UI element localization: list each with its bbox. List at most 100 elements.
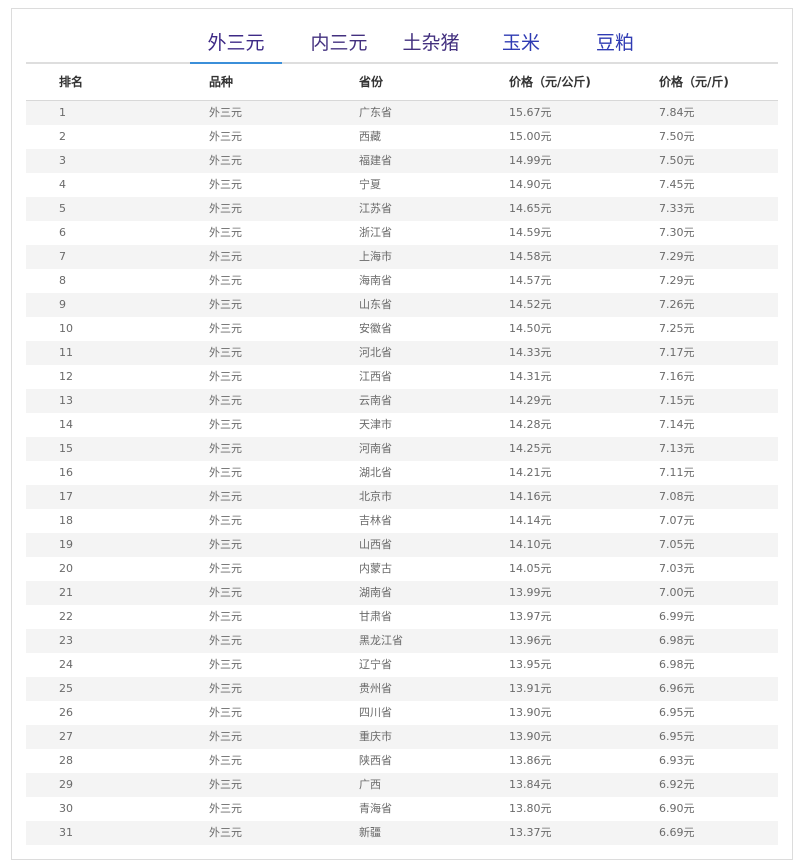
cell-rank: 15 bbox=[59, 442, 73, 455]
table-row: 11 外三元 河北省 14.33元 7.17元 bbox=[26, 341, 778, 365]
cell-rank: 4 bbox=[59, 178, 66, 191]
table-row: 6 外三元 浙江省 14.59元 7.30元 bbox=[26, 221, 778, 245]
table-row: 31 外三元 新疆 13.37元 6.69元 bbox=[26, 821, 778, 845]
cell-price-per-jin: 6.95元 bbox=[659, 706, 695, 719]
cell-rank: 16 bbox=[59, 466, 73, 479]
header-rank: 排名 bbox=[59, 75, 84, 89]
cell-variety: 外三元 bbox=[209, 610, 242, 623]
cell-price-per-jin: 7.25元 bbox=[659, 322, 695, 335]
cell-price-per-kg: 13.80元 bbox=[509, 802, 552, 815]
table-row: 18 外三元 吉林省 14.14元 7.07元 bbox=[26, 509, 778, 533]
cell-province: 青海省 bbox=[359, 802, 392, 815]
cell-rank: 17 bbox=[59, 490, 73, 503]
cell-province: 河北省 bbox=[359, 346, 392, 359]
cell-variety: 外三元 bbox=[209, 106, 242, 119]
cell-price-per-kg: 15.00元 bbox=[509, 130, 552, 143]
tab-nei-san-yuan[interactable]: 内三元 bbox=[296, 29, 382, 62]
cell-price-per-kg: 14.99元 bbox=[509, 154, 552, 167]
cell-province: 黑龙江省 bbox=[359, 634, 403, 647]
tab-dou-po[interactable]: 豆粕 bbox=[578, 29, 652, 62]
cell-price-per-jin: 7.45元 bbox=[659, 178, 695, 191]
cell-price-per-kg: 14.58元 bbox=[509, 250, 552, 263]
cell-rank: 31 bbox=[59, 826, 73, 839]
cell-variety: 外三元 bbox=[209, 586, 242, 599]
cell-price-per-kg: 14.05元 bbox=[509, 562, 552, 575]
cell-price-per-jin: 7.03元 bbox=[659, 562, 695, 575]
table-row: 7 外三元 上海市 14.58元 7.29元 bbox=[26, 245, 778, 269]
cell-price-per-jin: 7.50元 bbox=[659, 154, 695, 167]
cell-province: 海南省 bbox=[359, 274, 392, 287]
cell-price-per-jin: 7.17元 bbox=[659, 346, 695, 359]
cell-price-per-kg: 13.99元 bbox=[509, 586, 552, 599]
cell-province: 湖南省 bbox=[359, 586, 392, 599]
cell-rank: 24 bbox=[59, 658, 73, 671]
cell-variety: 外三元 bbox=[209, 514, 242, 527]
cell-price-per-jin: 6.93元 bbox=[659, 754, 695, 767]
table-row: 21 外三元 湖南省 13.99元 7.00元 bbox=[26, 581, 778, 605]
cell-province: 甘肃省 bbox=[359, 610, 392, 623]
cell-variety: 外三元 bbox=[209, 490, 242, 503]
cell-variety: 外三元 bbox=[209, 202, 242, 215]
cell-rank: 14 bbox=[59, 418, 73, 431]
cell-variety: 外三元 bbox=[209, 130, 242, 143]
cell-price-per-kg: 13.86元 bbox=[509, 754, 552, 767]
cell-rank: 25 bbox=[59, 682, 73, 695]
cell-variety: 外三元 bbox=[209, 706, 242, 719]
cell-price-per-kg: 14.57元 bbox=[509, 274, 552, 287]
cell-province: 广东省 bbox=[359, 106, 392, 119]
cell-price-per-jin: 6.69元 bbox=[659, 826, 695, 839]
cell-province: 江西省 bbox=[359, 370, 392, 383]
cell-price-per-kg: 13.96元 bbox=[509, 634, 552, 647]
cell-price-per-jin: 7.16元 bbox=[659, 370, 695, 383]
cell-variety: 外三元 bbox=[209, 466, 242, 479]
cell-rank: 12 bbox=[59, 370, 73, 383]
cell-variety: 外三元 bbox=[209, 730, 242, 743]
cell-price-per-jin: 7.11元 bbox=[659, 466, 695, 479]
cell-variety: 外三元 bbox=[209, 802, 242, 815]
cell-price-per-kg: 14.59元 bbox=[509, 226, 552, 239]
cell-province: 辽宁省 bbox=[359, 658, 392, 671]
table-row: 25 外三元 贵州省 13.91元 6.96元 bbox=[26, 677, 778, 701]
tab-wai-san-yuan[interactable]: 外三元 bbox=[190, 29, 282, 64]
table-row: 9 外三元 山东省 14.52元 7.26元 bbox=[26, 293, 778, 317]
cell-rank: 29 bbox=[59, 778, 73, 791]
cell-rank: 13 bbox=[59, 394, 73, 407]
cell-rank: 28 bbox=[59, 754, 73, 767]
cell-province: 重庆市 bbox=[359, 730, 392, 743]
cell-rank: 23 bbox=[59, 634, 73, 647]
table-body: 1 外三元 广东省 15.67元 7.84元 2 外三元 西藏 15.00元 7.50元 3 外三元福… bbox=[26, 101, 778, 845]
cell-variety: 外三元 bbox=[209, 634, 242, 647]
cell-price-per-kg: 13.37元 bbox=[509, 826, 552, 839]
cell-rank: 2 bbox=[59, 130, 66, 143]
cell-price-per-jin: 7.29元 bbox=[659, 250, 695, 263]
cell-variety: 外三元 bbox=[209, 778, 242, 791]
tab-bar: 外三元 内三元 土杂猪 玉米 豆粕 bbox=[26, 9, 778, 64]
table-row: 19 外三元 山西省 14.10元 7.05元 bbox=[26, 533, 778, 557]
cell-price-per-jin: 7.50元 bbox=[659, 130, 695, 143]
table-row: 14 外三元 天津市 14.28元 7.14元 bbox=[26, 413, 778, 437]
cell-rank: 30 bbox=[59, 802, 73, 815]
cell-price-per-jin: 7.15元 bbox=[659, 394, 695, 407]
cell-price-per-jin: 6.98元 bbox=[659, 634, 695, 647]
price-panel: 外三元 内三元 土杂猪 玉米 豆粕 排名 品种 省份 价格（元/公斤) 价格（元… bbox=[11, 8, 793, 860]
cell-price-per-jin: 6.99元 bbox=[659, 610, 695, 623]
cell-price-per-jin: 7.84元 bbox=[659, 106, 695, 119]
cell-price-per-kg: 13.95元 bbox=[509, 658, 552, 671]
cell-rank: 19 bbox=[59, 538, 73, 551]
cell-rank: 8 bbox=[59, 274, 66, 287]
tab-tu-za-zhu[interactable]: 土杂猪 bbox=[388, 29, 474, 62]
cell-price-per-kg: 14.28元 bbox=[509, 418, 552, 431]
header-province: 省份 bbox=[359, 75, 384, 89]
table-row: 5 外三元 江苏省 14.65元 7.33元 bbox=[26, 197, 778, 221]
cell-variety: 外三元 bbox=[209, 538, 242, 551]
cell-variety: 外三元 bbox=[209, 154, 242, 167]
cell-price-per-jin: 7.08元 bbox=[659, 490, 695, 503]
tab-yu-mi[interactable]: 玉米 bbox=[484, 29, 558, 62]
cell-variety: 外三元 bbox=[209, 754, 242, 767]
cell-price-per-kg: 14.10元 bbox=[509, 538, 552, 551]
cell-variety: 外三元 bbox=[209, 322, 242, 335]
cell-rank: 7 bbox=[59, 250, 66, 263]
cell-price-per-jin: 6.96元 bbox=[659, 682, 695, 695]
table-row: 20 外三元 内蒙古 14.05元 7.03元 bbox=[26, 557, 778, 581]
cell-price-per-jin: 7.33元 bbox=[659, 202, 695, 215]
